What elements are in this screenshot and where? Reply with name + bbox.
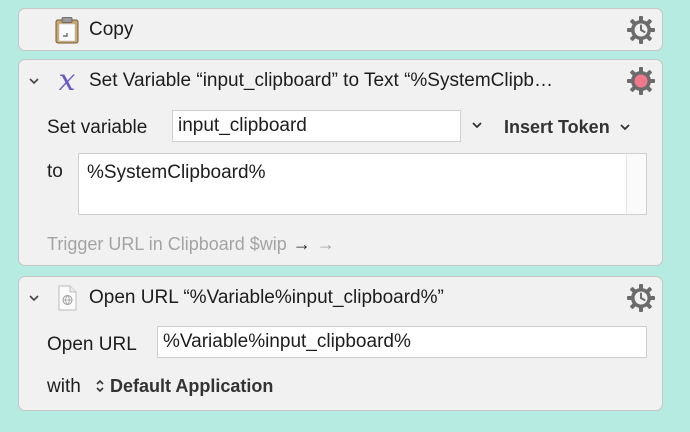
open-url-label: Open URL [47, 334, 137, 355]
gear-icon[interactable] [626, 283, 656, 313]
action-title: Copy [89, 19, 134, 40]
action-open-url[interactable]: Open URL “%Variable%input_clipboard%” Op… [18, 276, 663, 411]
action-copy[interactable]: Copy [18, 8, 663, 51]
disclosure-chevron-icon[interactable] [27, 291, 41, 305]
variable-name-field[interactable]: input_clipboard [172, 110, 461, 142]
text-field-scrollbar[interactable] [626, 154, 646, 214]
disclosure-chevron-icon[interactable] [27, 74, 41, 88]
insert-token-chevron-icon [620, 124, 630, 131]
with-label: with [47, 376, 81, 397]
action-title: Set Variable “input_clipboard” to Text “… [89, 70, 553, 91]
action-open-url-header[interactable]: Open URL “%Variable%input_clipboard%” [19, 277, 662, 319]
action-title: Open URL “%Variable%input_clipboard%” [89, 287, 444, 308]
url-document-icon [53, 284, 81, 312]
gear-icon[interactable] [626, 66, 656, 96]
arrow-right-dim-icon[interactable]: → [317, 234, 335, 254]
action-copy-header[interactable]: Copy [19, 9, 662, 51]
trigger-url-comment: Trigger URL in Clipboard $wip → → [47, 234, 335, 254]
clipboard-icon [53, 16, 81, 44]
to-label: to [47, 161, 63, 182]
action-set-variable[interactable]: 𝑥 Set Variable “input_clipboard” to Text… [18, 59, 663, 266]
action-set-variable-header[interactable]: 𝑥 Set Variable “input_clipboard” to Text… [19, 60, 662, 102]
url-field[interactable]: %Variable%input_clipboard% [157, 326, 647, 358]
up-down-chevron-icon [96, 379, 104, 393]
arrow-right-icon[interactable]: → [293, 234, 311, 254]
variable-dropdown-chevron-icon[interactable] [471, 118, 483, 134]
insert-token-button[interactable]: Insert Token [504, 117, 631, 138]
application-select[interactable]: Default Application [94, 376, 273, 397]
gear-icon[interactable] [626, 15, 656, 45]
text-value-field[interactable]: %SystemClipboard% [78, 153, 647, 215]
set-variable-label: Set variable [47, 117, 148, 138]
text-value: %SystemClipboard% [87, 162, 266, 183]
variable-x-icon: 𝑥 [58, 63, 76, 98]
